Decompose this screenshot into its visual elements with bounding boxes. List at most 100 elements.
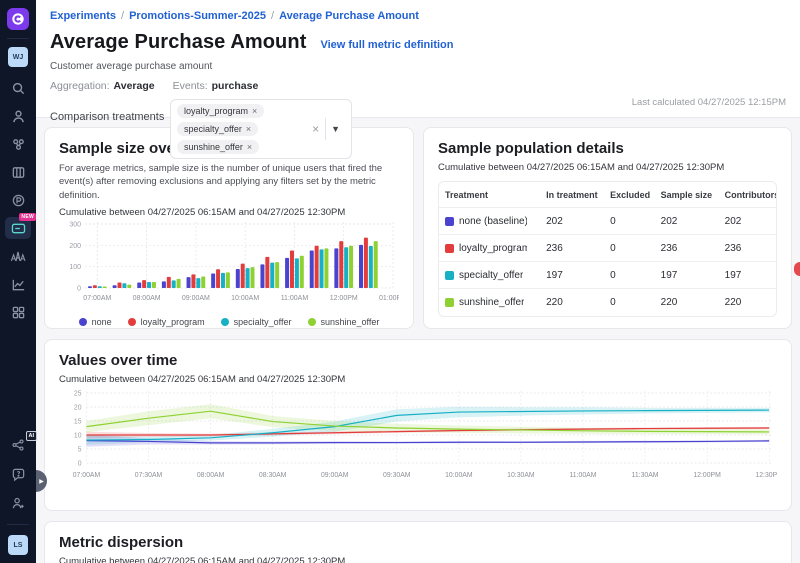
sidebar-item-search[interactable] [5,77,31,99]
sidebar-item-pulse[interactable] [5,189,31,211]
sidebar-item-ai-assistant[interactable]: AI [5,434,31,456]
sample-size-description: For average metrics, sample size is the … [59,162,399,202]
ai-badge: AI [26,431,38,441]
legend-dot [308,318,316,326]
experiment-icon [11,222,26,235]
svg-text:10:00AM: 10:00AM [445,472,473,479]
metric-dispersion-card: Metric dispersion Cumulative between 04/… [44,521,792,563]
treatment-pill[interactable]: loyalty_program× [177,104,264,118]
workspace-avatar[interactable]: WJ [8,47,28,67]
comparison-row: Comparison treatments loyalty_program×sp… [50,99,786,159]
table-cell: 202 [719,216,776,227]
values-over-time-card: Values over time Cumulative between 04/2… [44,339,792,511]
column-header: Sample size [655,190,719,200]
treatment-pill[interactable]: sunshine_offer× [177,140,259,154]
sidebar-item-metrics[interactable] [5,273,31,295]
svg-text:10:30AM: 10:30AM [507,472,535,479]
columns-icon [11,165,26,180]
legend-item[interactable]: sunshine_offer [308,317,380,327]
breadcrumb-link-2[interactable]: Average Purchase Amount [279,10,419,22]
dispersion-title: Metric dispersion [59,534,777,551]
legend-label: sunshine_offer [321,317,380,327]
treatment-pill[interactable]: specialty_offer × [177,122,258,136]
svg-text:11:30AM: 11:30AM [632,472,659,479]
chevron-down-icon[interactable]: ▼ [326,124,345,134]
svg-text:12:00PM: 12:00PM [330,295,358,302]
treatment-cell: none (baseline) [439,216,540,227]
column-header: Treatment [439,190,540,200]
sidebar-item-layers[interactable] [5,161,31,183]
sidebar-item-experiments-selected[interactable]: NEW [5,217,31,239]
values-line-chart[interactable]: 051015202507:00AM07:30AM08:00AM08:30AM09… [59,385,777,493]
gates-icon [11,137,26,152]
legend-label: loyalty_program [141,317,205,327]
values-cumulative: Cumulative between 04/27/2025 06:15AM an… [59,374,777,385]
treatments-multiselect[interactable]: loyalty_program×specialty_offer×sunshine… [170,99,352,159]
svg-text:12:30PM: 12:30PM [755,472,777,479]
legend-item[interactable]: specialty_offer [221,317,292,327]
table-cell: 220 [719,297,776,308]
page-title: Average Purchase Amount [50,31,306,54]
svg-text:15: 15 [74,418,82,425]
legend-item[interactable]: loyalty_program [128,317,205,327]
user-avatar[interactable]: LS [8,535,28,555]
table-cell: 236 [719,243,776,254]
sidebar-item-users[interactable] [5,105,31,127]
treatment-pill-label: specialty_offer [184,124,242,134]
svg-text:08:00AM: 08:00AM [197,472,225,479]
sidebar-item-dashboards[interactable] [5,301,31,323]
statsig-logo[interactable] [7,8,29,30]
svg-text:09:00AM: 09:00AM [182,295,210,302]
table-cell: 197 [655,270,719,281]
bar-chart-legend: none loyalty_program specialty_offer sunshi… [59,317,399,327]
line-chart-icon [11,277,26,292]
treatment-color-swatch [445,217,454,226]
pulse-icon [11,193,26,208]
aggregation-label: Aggregation:Average [50,80,155,92]
breadcrumb-link-1[interactable]: Promotions-Summer-2025 [129,10,266,22]
breadcrumb-link-0[interactable]: Experiments [50,10,116,22]
sidebar-item-gates[interactable] [5,133,31,155]
sidebar-divider [7,38,29,39]
table-cell: 236 [540,243,604,254]
svg-text:09:30AM: 09:30AM [383,472,411,479]
treatment-color-swatch [445,244,454,253]
table-cell: 197 [719,270,776,281]
svg-text:10: 10 [74,432,82,439]
comparison-treatments-label: Comparison treatments [50,99,166,123]
sidebar-item-invite[interactable] [5,492,31,514]
svg-text:10:00AM: 10:00AM [231,295,259,302]
treatment-name: sunshine_offer [459,297,524,308]
svg-text:300: 300 [69,221,81,228]
svg-text:0: 0 [78,460,82,467]
treatment-cell: specialty_offer [439,270,540,281]
population-table: TreatmentIn treatmentExcludedSample size… [438,181,777,317]
person-add-icon [11,496,26,511]
remove-treatment-icon[interactable]: × [252,106,257,116]
svg-text:07:00AM: 07:00AM [83,295,111,302]
sample-size-bar-chart[interactable]: 010020030007:00AM08:00AM09:00AM10:00AM11… [59,218,399,316]
svg-text:07:00AM: 07:00AM [73,472,101,479]
remove-treatment-icon[interactable]: × [247,142,252,152]
sidebar-item-abtest[interactable] [5,245,31,267]
svg-text:12:00PM: 12:00PM [693,472,721,479]
treatment-color-swatch [445,298,454,307]
table-row: sunshine_offer2200220220 [439,289,776,316]
table-cell: 197 [540,270,604,281]
table-cell: 202 [540,216,604,227]
legend-item[interactable]: none [79,317,112,327]
clear-treatments-button[interactable]: × [306,122,325,136]
logo-glyph [11,12,25,26]
breadcrumb: Experiments/Promotions-Summer-2025/Avera… [50,10,786,22]
chat-help-icon [11,467,26,482]
view-metric-definition-link[interactable]: View full metric definition [320,39,453,51]
legend-dot [221,318,229,326]
treatment-cell: sunshine_offer [439,297,540,308]
remove-treatment-icon[interactable]: × [246,124,251,134]
treatment-name: loyalty_program [459,243,527,254]
table-cell: 202 [655,216,719,227]
events-label: Events:purchase [173,80,259,92]
alert-notch[interactable] [794,262,800,276]
sidebar-item-help[interactable] [5,463,31,485]
legend-dot [79,318,87,326]
